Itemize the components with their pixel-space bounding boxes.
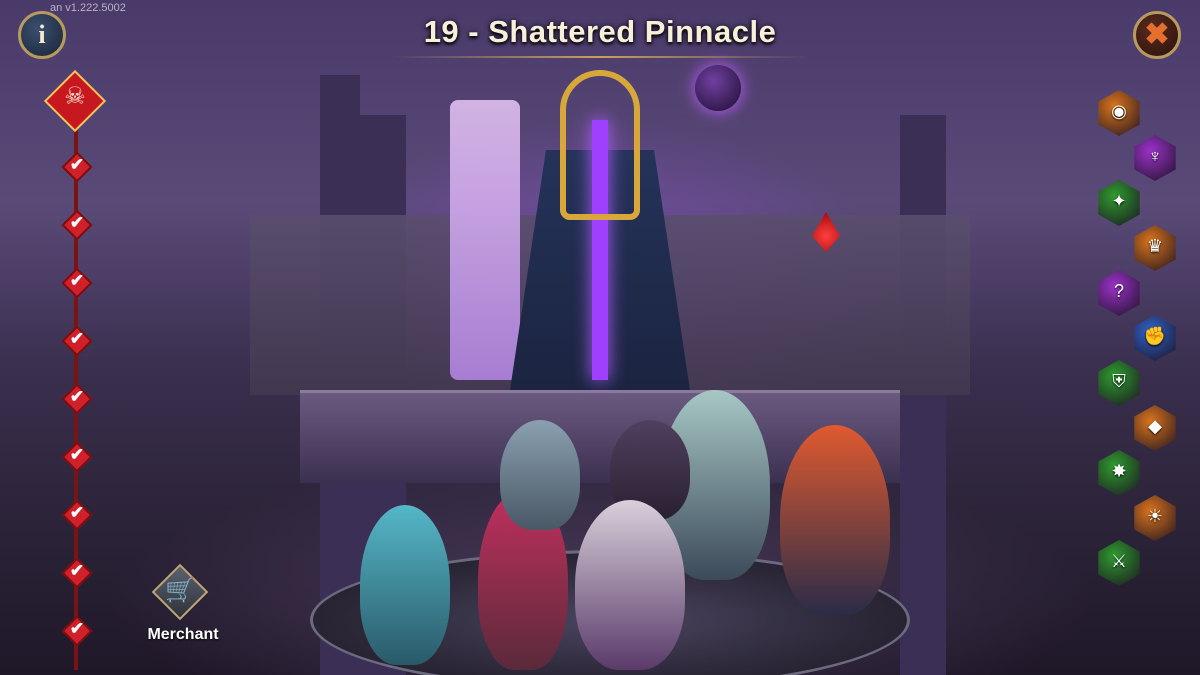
cart-icon: 🛒	[165, 577, 195, 604]
completed-stage-node[interactable]: ✔	[60, 498, 93, 531]
demon-skull-icon: ☠	[64, 83, 86, 110]
crown-artifact-icon[interactable]: ♛	[1132, 225, 1178, 271]
checkmark-icon: ✔	[69, 271, 85, 290]
checkmark-icon: ✔	[69, 619, 85, 638]
checkmark-icon: ✔	[69, 503, 85, 522]
completed-stage-node[interactable]: ✔	[60, 324, 93, 357]
close-button[interactable]: ✖	[1133, 11, 1181, 59]
artifact-glyph: ◆	[1148, 416, 1162, 436]
castle-tower	[900, 115, 946, 675]
completed-stage-node[interactable]: ✔	[60, 382, 93, 415]
checkmark-icon: ✔	[69, 445, 85, 464]
boss-golden-crown	[560, 70, 640, 220]
dark-orb	[695, 65, 741, 111]
artifact-glyph: ♆	[1148, 146, 1162, 166]
artifact-glyph: ✸	[1111, 461, 1127, 481]
checkmark-icon: ✔	[69, 213, 85, 232]
completed-stage-node[interactable]: ✔	[60, 266, 93, 299]
hero-aqua-sprite[interactable]	[360, 505, 450, 665]
sun-artifact-icon[interactable]: ☀	[1132, 495, 1178, 541]
info-button[interactable]: i	[18, 11, 66, 59]
merchant-button[interactable]: 🛒 Merchant	[140, 563, 226, 650]
hero-redhead-axe[interactable]	[780, 425, 890, 615]
artifact-glyph: ⛨	[1112, 371, 1126, 391]
artifact-glyph: ◉	[1111, 101, 1127, 121]
artifact-glyph: ✊	[1143, 326, 1167, 346]
checkmark-icon: ✔	[69, 329, 85, 348]
checkmark-icon: ✔	[69, 561, 85, 580]
artifact-glyph: ✦	[1111, 191, 1127, 211]
hero-grey-witch[interactable]	[575, 500, 685, 670]
merchant-label: Merchant	[147, 626, 219, 643]
ring-artifact-icon[interactable]: ◉	[1096, 90, 1142, 136]
info-icon: i	[38, 20, 46, 49]
shield-artifact-icon[interactable]: ⛨	[1096, 360, 1142, 406]
boss-character[interactable]	[420, 60, 780, 400]
glowing-scroll	[450, 100, 520, 380]
checkmark-icon: ✔	[69, 387, 85, 406]
completed-stage-node[interactable]: ✔	[60, 556, 93, 589]
stage-title: 19 - Shattered Pinnacle	[423, 14, 777, 49]
wolf-artifact-icon[interactable]: ⚔	[1096, 540, 1142, 586]
question-artifact-icon[interactable]: ?	[1096, 270, 1142, 316]
crest-artifact-icon[interactable]: ✦	[1096, 180, 1142, 226]
completed-stage-node[interactable]: ✔	[60, 614, 93, 647]
spike-artifact-icon[interactable]: ✸	[1096, 450, 1142, 496]
artifact-glyph: ♛	[1146, 236, 1164, 256]
boss-stage-node[interactable]: ☠	[43, 69, 107, 133]
trident-artifact-icon[interactable]: ♆	[1132, 135, 1178, 181]
completed-stage-node[interactable]: ✔	[60, 208, 93, 241]
artifact-glyph: ☀	[1146, 506, 1164, 526]
checkmark-icon: ✔	[69, 155, 85, 174]
artifact-glyph: ?	[1113, 281, 1124, 301]
title-underline	[392, 56, 808, 58]
completed-stage-node[interactable]: ✔	[60, 440, 93, 473]
completed-stage-node[interactable]: ✔	[60, 150, 93, 183]
fist-artifact-icon[interactable]: ✊	[1132, 315, 1178, 361]
hero-stone-trident[interactable]	[500, 420, 580, 530]
artifact-glyph: ⚔	[1110, 551, 1128, 571]
version-label: an v1.222.5002	[50, 2, 126, 14]
close-icon: ✖	[1144, 18, 1170, 51]
gem-artifact-icon[interactable]: ◆	[1132, 405, 1178, 451]
